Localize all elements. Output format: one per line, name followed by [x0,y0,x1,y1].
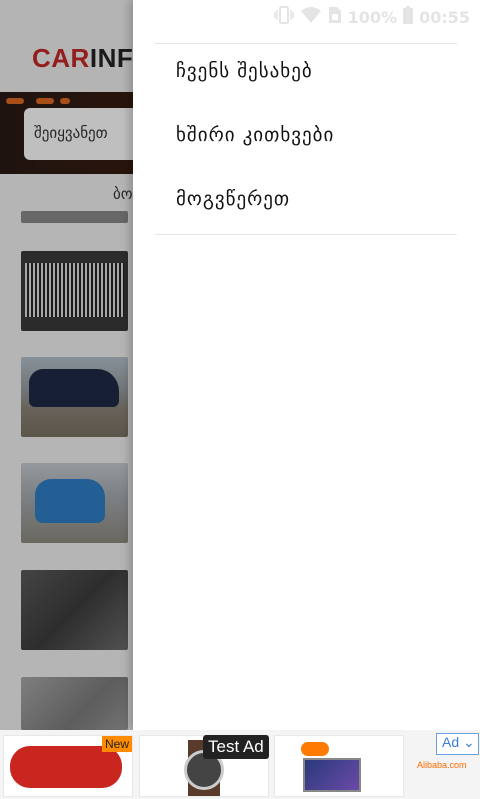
ad-choices-button[interactable]: Ad ⌄ [436,733,479,755]
status-time: 00:55 [419,7,470,27]
menu-divider [155,43,457,44]
menu-item-about[interactable]: ჩვენს შესახებ [176,60,313,82]
speaker-image [10,746,122,788]
advertiser-logo: Alibaba.com [417,760,467,770]
vibrate-icon [273,6,294,28]
chevron-down-icon: ⌄ [463,734,475,750]
laptop-image [303,758,361,792]
ad-product-laptop[interactable] [274,735,404,797]
battery-percentage: 100% [347,7,398,27]
sim-icon [328,6,342,28]
status-bar: 100% 00:55 [133,0,480,32]
ad-product-speaker[interactable]: New [3,735,133,797]
new-badge: New [101,736,132,752]
navigation-drawer: 100% 00:55 ჩვენს შესახებ ხშირი კითხვები … [133,0,480,730]
battery-icon [403,6,414,28]
test-ad-label: Test Ad [203,735,269,759]
menu-item-faq[interactable]: ხშირი კითხვები [176,124,334,146]
menu-item-contact[interactable]: მოგვწერეთ [176,188,290,210]
wifi-icon [300,6,322,28]
menu-divider [155,234,457,235]
